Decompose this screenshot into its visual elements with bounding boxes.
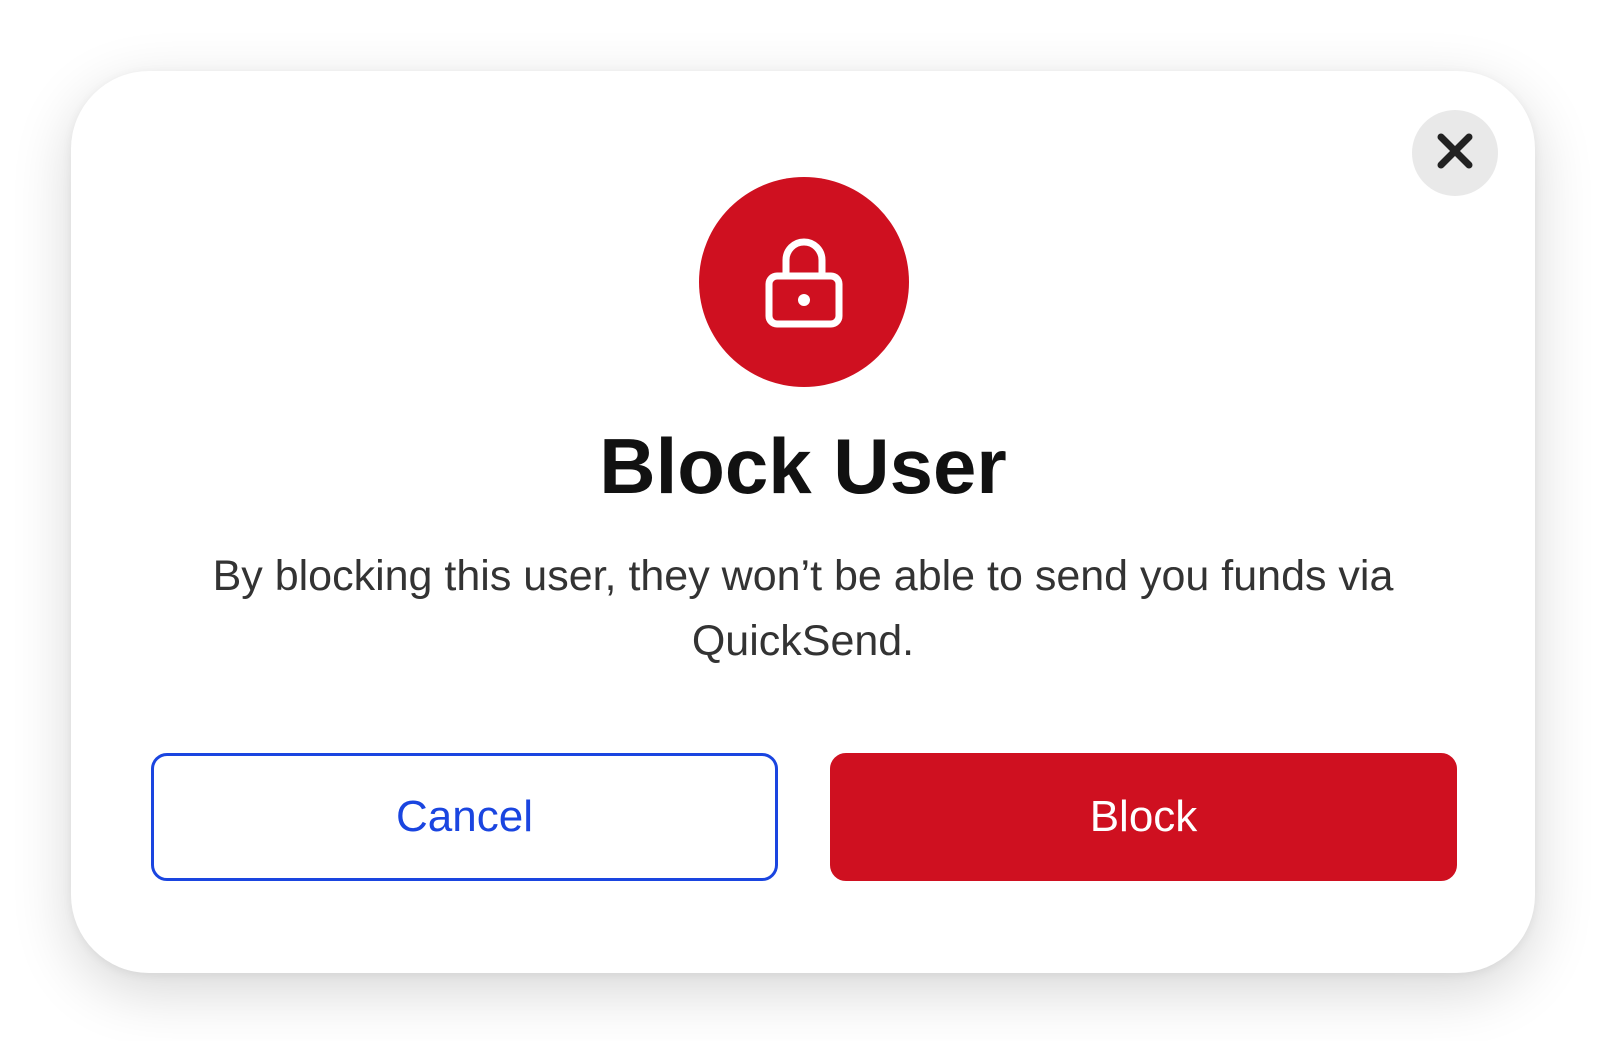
dialog-title: Block User — [599, 422, 1007, 510]
close-button[interactable] — [1412, 110, 1498, 196]
dialog-message: By blocking this user, they won’t be abl… — [212, 552, 1394, 665]
screen: Block User By blocking this user, they w… — [0, 0, 1600, 1041]
close-icon — [1435, 131, 1475, 176]
lock-icon — [764, 232, 844, 333]
block-user-dialog: Block User By blocking this user, they w… — [71, 71, 1535, 973]
lock-badge — [699, 177, 909, 387]
block-button[interactable]: Block — [830, 753, 1457, 881]
cancel-button[interactable]: Cancel — [151, 753, 778, 881]
